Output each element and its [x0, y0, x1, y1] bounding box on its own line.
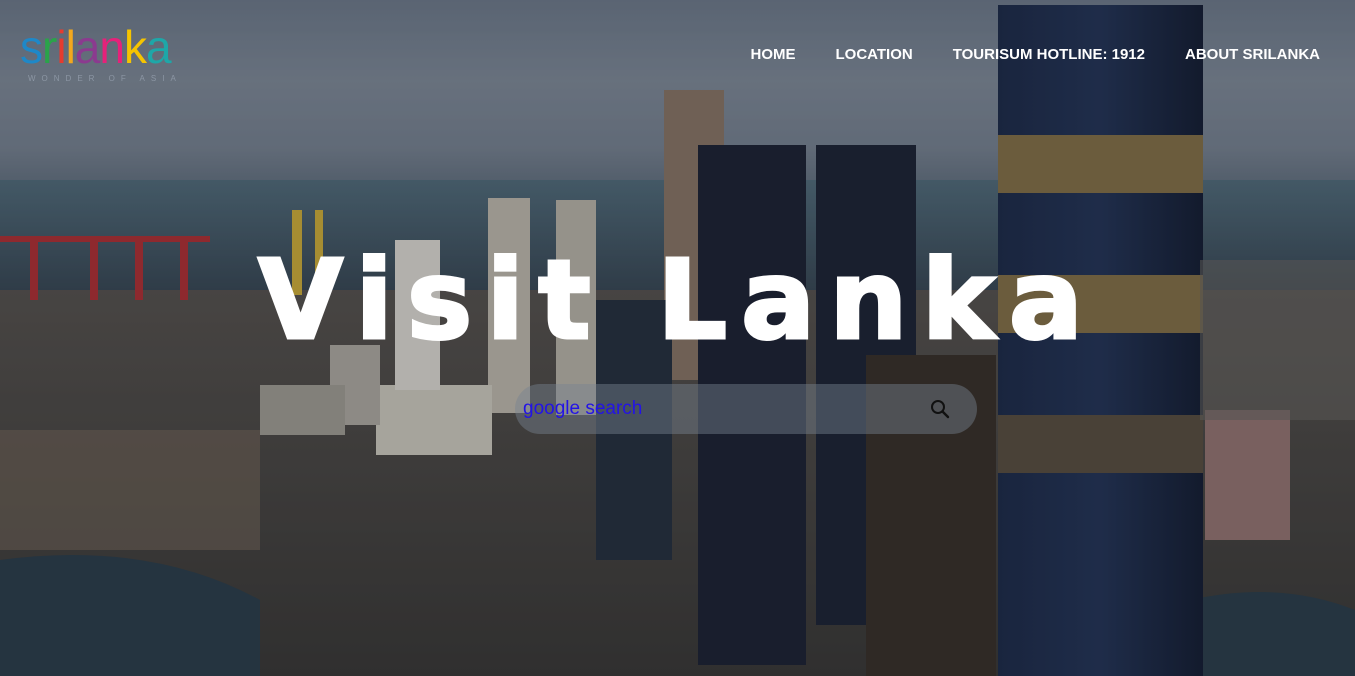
- logo-letter: k: [123, 21, 147, 73]
- hero-title: Visit Lanka: [257, 236, 1097, 364]
- hero-section: s r i l a n k a WONDER OF ASIA HOME LOCA…: [0, 0, 1355, 676]
- main-nav: HOME LOCATION TOURISUM HOTLINE: 1912 ABO…: [751, 46, 1320, 63]
- nav-home[interactable]: HOME: [751, 46, 796, 63]
- logo-wordmark: s r i l a n k a: [20, 24, 210, 70]
- search-icon: [931, 400, 950, 419]
- logo-letter: s: [20, 21, 43, 73]
- logo-tagline: WONDER OF ASIA: [28, 74, 182, 83]
- nav-about-srilanka[interactable]: ABOUT SRILANKA: [1185, 46, 1320, 63]
- nav-location[interactable]: LOCATION: [836, 46, 913, 63]
- logo-letter: a: [145, 21, 172, 73]
- logo-letter: i: [56, 21, 66, 73]
- srilanka-logo[interactable]: s r i l a n k a WONDER OF ASIA: [20, 24, 210, 94]
- search-bar: [515, 384, 977, 434]
- logo-letter: n: [99, 21, 125, 73]
- logo-letter: l: [65, 21, 76, 73]
- logo-letter: r: [42, 21, 57, 73]
- nav-tourism-hotline[interactable]: TOURISUM HOTLINE: 1912: [953, 46, 1145, 63]
- search-input[interactable]: [515, 384, 915, 434]
- search-button[interactable]: [915, 384, 965, 434]
- logo-letter: a: [74, 21, 101, 73]
